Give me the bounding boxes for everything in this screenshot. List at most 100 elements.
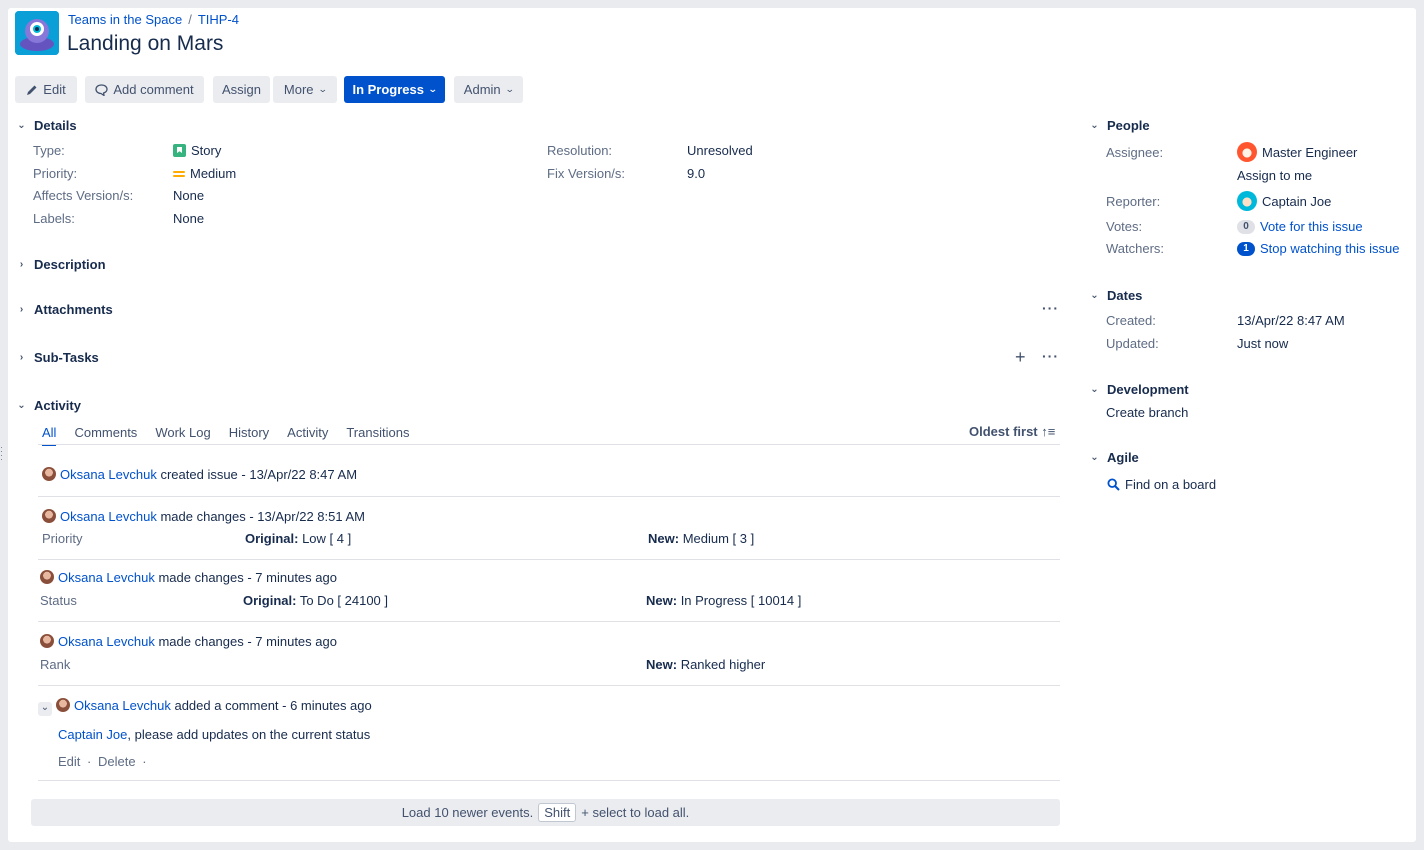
comment-actions: Edit · Delete · (58, 754, 150, 769)
subtasks-more-icon[interactable]: ··· (1042, 348, 1059, 364)
change-new: New: Ranked higher (646, 657, 765, 672)
chevron-down-icon: ⌄ (317, 84, 328, 94)
add-comment-button-label: Add comment (113, 82, 194, 97)
entry-divider (38, 496, 1060, 497)
project-avatar[interactable] (15, 11, 59, 55)
breadcrumb-project-link[interactable]: Teams in the Space (68, 12, 182, 27)
shift-key-hint: Shift (538, 803, 577, 822)
tab-work-log[interactable]: Work Log (155, 425, 210, 446)
collapse-comment-icon[interactable]: ⌄ (38, 702, 52, 716)
chevron-down-icon: ⌄ (17, 120, 26, 131)
tab-activity[interactable]: Activity (287, 425, 328, 446)
entry-divider (38, 621, 1060, 622)
find-on-board-label: Find on a board (1125, 477, 1217, 492)
assignee-value[interactable]: Master Engineer (1237, 142, 1357, 162)
activity-heading: Activity (34, 398, 81, 413)
comment-delete-link[interactable]: Delete (98, 754, 136, 769)
subtasks-section-toggle[interactable]: › Sub-Tasks (16, 350, 99, 365)
comment-edit-link[interactable]: Edit (58, 754, 80, 769)
labels-value: None (173, 211, 205, 226)
priority-medium-icon (173, 170, 185, 178)
tabs-divider (38, 444, 1060, 445)
updated-label: Updated: (1106, 336, 1159, 351)
people-heading: People (1107, 118, 1150, 133)
user-link[interactable]: Oksana Levchuk (58, 570, 155, 585)
create-branch-link[interactable]: Create branch (1106, 405, 1188, 420)
breadcrumb-issue-link[interactable]: TIHP-4 (198, 12, 239, 27)
find-on-board-link[interactable]: Find on a board (1107, 477, 1216, 492)
reporter-value[interactable]: Captain Joe (1237, 191, 1331, 211)
sidebar-resize-handle[interactable]: · · · · (0, 443, 3, 464)
pencil-icon (27, 85, 37, 95)
change-original: Original: Low [ 4 ] (245, 531, 351, 546)
labels-label: Labels: (33, 211, 75, 226)
people-section-toggle[interactable]: ⌄ People (1089, 118, 1150, 133)
attachments-section-toggle[interactable]: › Attachments (16, 302, 113, 317)
change-field: Status (40, 593, 77, 608)
assignee-label: Assignee: (1106, 145, 1164, 160)
user-link[interactable]: Oksana Levchuk (60, 509, 157, 524)
created-value: 13/Apr/22 8:47 AM (1237, 313, 1345, 328)
chevron-down-icon: ⌄ (1090, 120, 1099, 131)
affects-version-label: Affects Version/s: (33, 188, 134, 203)
mention-link[interactable]: Captain Joe (58, 727, 127, 742)
tab-transitions[interactable]: Transitions (346, 425, 409, 446)
avatar (42, 509, 56, 523)
load-newer-events-button[interactable]: Load 10 newer events. Shift + select to … (31, 799, 1060, 826)
tab-comments[interactable]: Comments (74, 425, 137, 446)
priority-value-text: Medium (190, 166, 237, 181)
comment-icon (95, 83, 109, 96)
avatar (56, 698, 70, 712)
sort-order-button[interactable]: Oldest first ↑≡ (969, 424, 1055, 439)
entry-divider (38, 685, 1060, 686)
user-link[interactable]: Oksana Levchuk (74, 698, 171, 713)
load-more-text: Load 10 newer events. (401, 805, 534, 820)
development-section-toggle[interactable]: ⌄ Development (1089, 382, 1188, 397)
type-label: Type: (33, 143, 65, 158)
details-section-toggle[interactable]: ⌄ Details (16, 118, 76, 133)
add-subtask-icon[interactable]: + (1015, 347, 1026, 368)
avatar (1237, 191, 1257, 211)
subtasks-heading: Sub-Tasks (34, 350, 99, 365)
activity-section-toggle[interactable]: ⌄ Activity (16, 398, 81, 413)
watchers-count-badge: 1 (1237, 241, 1255, 256)
user-link[interactable]: Oksana Levchuk (58, 634, 155, 649)
story-icon (173, 144, 186, 157)
assign-button[interactable]: Assign (213, 76, 270, 103)
dates-section-toggle[interactable]: ⌄ Dates (1089, 288, 1142, 303)
admin-button[interactable]: Admin ⌄ (454, 76, 523, 103)
new-value: Ranked higher (680, 657, 766, 672)
stop-watching-link[interactable]: Stop watching this issue (1260, 241, 1399, 256)
chevron-down-icon: ⌄ (1090, 452, 1099, 463)
tab-history[interactable]: History (229, 425, 269, 446)
entry-divider (38, 559, 1060, 560)
chevron-down-icon: ⌄ (17, 400, 26, 411)
priority-value: Medium (173, 166, 236, 181)
change-field: Priority (42, 531, 83, 546)
assign-to-me-link[interactable]: Assign to me (1237, 168, 1312, 183)
tab-all[interactable]: All (42, 425, 57, 446)
votes-value: 0 Vote for this issue (1237, 219, 1363, 234)
add-comment-button[interactable]: Add comment (85, 76, 204, 103)
activity-entry: ⌄ Oksana Levchuk added a comment - 6 minu… (38, 698, 372, 716)
reporter-name: Captain Joe (1262, 193, 1332, 209)
status-button[interactable]: In Progress ⌄ (344, 76, 445, 103)
description-section-toggle[interactable]: › Description (16, 257, 106, 272)
vote-link[interactable]: Vote for this issue (1260, 219, 1363, 234)
votes-label: Votes: (1106, 219, 1143, 234)
change-new: New: In Progress [ 10014 ] (646, 593, 801, 608)
new-label: New: (646, 657, 678, 672)
user-link[interactable]: Oksana Levchuk (60, 467, 157, 482)
activity-action: created issue - 13/Apr/22 8:47 AM (160, 467, 358, 482)
more-button[interactable]: More ⌄ (273, 76, 337, 103)
agile-section-toggle[interactable]: ⌄ Agile (1089, 450, 1139, 465)
page-title: Landing on Mars (67, 32, 224, 55)
edit-button[interactable]: Edit (15, 76, 77, 103)
edit-button-label: Edit (43, 82, 66, 97)
alien-icon (15, 11, 59, 55)
fix-version-link[interactable]: 9.0 (687, 166, 705, 181)
chevron-down-icon: ⌄ (427, 84, 438, 94)
more-button-label: More (283, 82, 314, 97)
attachments-more-icon[interactable]: ··· (1042, 300, 1059, 316)
breadcrumb: Teams in the Space / TIHP-4 (68, 12, 239, 27)
